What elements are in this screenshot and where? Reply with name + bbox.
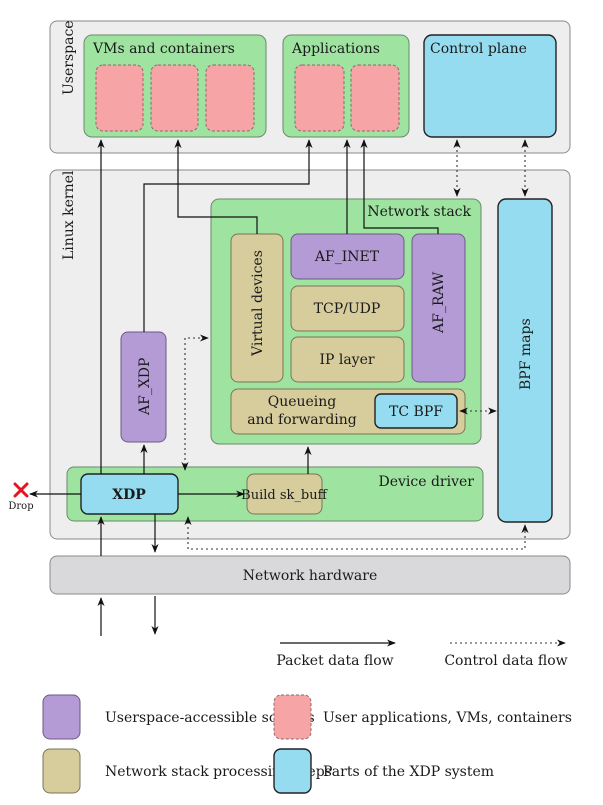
af-raw-label: AF_RAW — [431, 271, 447, 334]
device-driver-label: Device driver — [379, 474, 475, 490]
vms-containers-title: VMs and containers — [92, 41, 235, 57]
vm-box-3 — [205, 64, 255, 132]
af-xdp-label: AF_XDP — [137, 358, 153, 416]
applications-title: Applications — [291, 41, 380, 57]
userspace-label: Userspace — [61, 20, 77, 95]
control-flow-label: Control data flow — [444, 653, 567, 669]
vm-box-2 — [150, 64, 199, 132]
control-plane: Control plane — [423, 34, 557, 138]
kernel-label: Linux kernel — [61, 170, 77, 260]
vm-box-1 — [95, 64, 144, 132]
network-hardware: Network hardware — [49, 555, 571, 595]
app-box-1 — [294, 64, 345, 132]
legend-swatch-app — [273, 694, 312, 740]
legend-label-app: User applications, VMs, containers — [323, 710, 572, 726]
af-xdp-socket: AF_XDP — [120, 331, 167, 443]
tc-bpf-label: TC BPF — [389, 404, 443, 420]
legend-swatch-xdp — [273, 748, 312, 794]
applications-group: Applications — [282, 34, 410, 138]
legend-label-xdp: Parts of the XDP system — [323, 764, 494, 780]
flow-legend: Packet data flow Control data flow — [276, 639, 568, 669]
color-legend: Userspace-accessible sockets User applic… — [42, 694, 572, 794]
vms-containers-group: VMs and containers — [83, 34, 267, 138]
build-skb-label: Build sk_buff — [241, 488, 328, 503]
network-hardware-label: Network hardware — [243, 568, 378, 584]
network-stack-label: Network stack — [367, 204, 471, 220]
drop-x-icon — [13, 482, 29, 498]
app-box-2 — [350, 64, 400, 132]
af-inet-label: AF_INET — [314, 249, 380, 265]
bpf-maps: BPF maps — [497, 198, 553, 523]
xdp-label: XDP — [112, 487, 146, 503]
network-stack-group: Network stack Virtual devices AF_INET TC… — [210, 198, 482, 445]
tcp-udp-label: TCP/UDP — [314, 301, 381, 317]
drop-indicator: Drop — [8, 482, 34, 512]
packet-flow-label: Packet data flow — [276, 653, 393, 669]
device-driver-group: Device driver XDP Build sk_buff — [66, 466, 484, 522]
virtual-devices-label: Virtual devices — [250, 250, 266, 357]
ip-layer-label: IP layer — [319, 352, 374, 368]
control-plane-label: Control plane — [430, 41, 527, 57]
legend-swatch-socket — [42, 694, 81, 740]
bpf-maps-label: BPF maps — [518, 318, 534, 390]
drop-label: Drop — [8, 501, 33, 512]
legend-swatch-stack — [42, 748, 81, 794]
queueing-line2: and forwarding — [247, 412, 357, 428]
queueing-line1: Queueing — [268, 394, 337, 410]
xdp-architecture-diagram: Userspace VMs and containers Application… — [8, 20, 572, 794]
